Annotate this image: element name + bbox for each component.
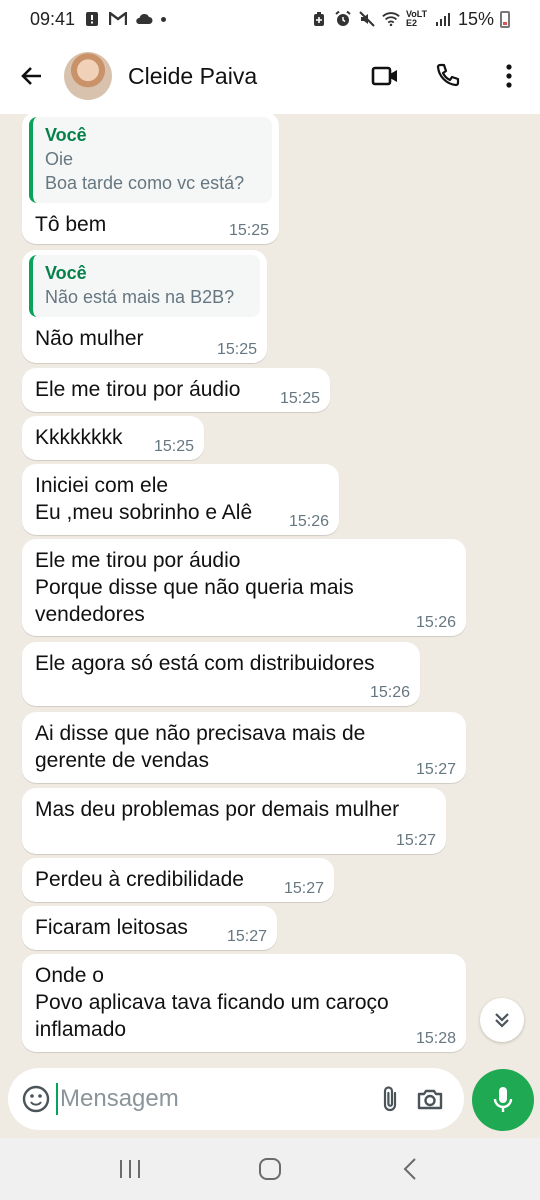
quoted-message[interactable]: Você Não está mais na B2B? [29,255,260,317]
cloud-icon [135,10,153,28]
message-bubble[interactable]: Ele me tirou por áudio 15:25 [22,368,330,412]
message-time: 15:26 [369,684,410,701]
system-navigation-bar [0,1138,540,1200]
message-text: Ele me tirou por áudio Porque disse que … [35,549,354,626]
microphone-icon [493,1087,513,1112]
message-time: 15:27 [226,928,267,945]
attach-button[interactable] [370,1073,410,1125]
message-bubble[interactable]: Você Não está mais na B2B? Não mulher 15… [22,250,267,363]
message-bubble[interactable]: Ele me tirou por áudio Porque disse que … [22,539,466,636]
message-bubble[interactable]: Kkkkkkkk 15:25 [22,416,204,460]
quoted-message[interactable]: Você Oie Boa tarde como vc está? [29,117,272,203]
chevron-left-icon [403,1158,416,1180]
message-time: 15:27 [395,832,436,849]
contact-name[interactable]: Cleide Paiva [128,63,354,90]
mute-icon [358,10,376,28]
wifi-icon [382,10,400,28]
message-text: Perdeu à credibilidade [35,868,244,891]
back-nav-button[interactable] [370,1138,450,1200]
double-chevron-down-icon [495,1013,509,1028]
home-icon [259,1158,281,1180]
quote-text: Não está mais na B2B? [45,287,235,307]
alarm-icon [334,10,352,28]
video-call-button[interactable] [354,38,416,114]
voice-call-button[interactable] [416,38,478,114]
network-type: VoLTE2 [405,9,428,28]
video-camera-icon [371,66,397,86]
message-time: 15:26 [288,513,329,530]
sticker-button[interactable] [22,1081,50,1117]
message-bubble[interactable]: Iniciei com ele Eu ,meu sobrinho e Alê 1… [22,464,339,535]
message-time: 15:26 [415,614,456,631]
message-text: Iniciei com ele Eu ,meu sobrinho e Alê [35,474,253,524]
home-button[interactable] [230,1138,310,1200]
status-bar: 09:41 VoLTE2 15% [0,0,540,38]
message-time: 15:25 [279,390,320,407]
scroll-to-bottom-button[interactable] [480,998,524,1042]
back-button[interactable] [0,38,64,114]
battery-saver-icon [310,10,328,28]
menu-button[interactable] [478,38,540,114]
message-bubble[interactable]: Ele agora só está com distribuidores 15:… [22,642,420,706]
message-text: Mas deu problemas por demais mulher [35,798,400,821]
message-time: 15:25 [216,341,257,358]
quote-author: Você [45,125,87,145]
message-text: Ele agora só está com distribuidores [35,652,375,675]
message-bubble[interactable]: Mas deu problemas por demais mulher 15:2… [22,788,446,854]
quote-text: Oie Boa tarde como vc está? [45,149,245,193]
message-time: 15:27 [415,761,456,778]
message-text: Onde o Povo aplicava tava ficando um car… [35,964,389,1041]
status-time: 09:41 [30,8,76,29]
message-bubble[interactable]: Onde o Povo aplicava tava ficando um car… [22,954,466,1052]
notification-icon [83,10,101,28]
status-left: 09:41 [30,8,167,30]
message-time: 15:28 [415,1030,456,1047]
paperclip-icon [383,1086,397,1112]
camera-icon [417,1089,443,1110]
message-bubble[interactable]: Ficaram leitosas 15:27 [22,906,277,950]
battery-percent: 15% [457,8,494,29]
message-time: 15:25 [228,222,269,239]
recent-apps-button[interactable] [90,1138,170,1200]
message-text: Ele me tirou por áudio [35,378,241,401]
chat-header: Cleide Paiva [0,38,540,114]
arrow-left-icon [21,67,41,85]
sticker-icon [22,1085,50,1113]
more-vertical-icon [506,64,512,88]
message-bubble[interactable]: Perdeu à credibilidade 15:27 [22,858,334,902]
avatar[interactable] [64,52,112,100]
battery-icon [500,10,510,28]
quote-author: Você [45,263,87,283]
message-time: 15:25 [153,438,194,455]
voice-message-button[interactable] [472,1069,534,1131]
recent-apps-icon [120,1160,140,1178]
message-bubble[interactable]: Você Oie Boa tarde como vc está? Tô bem … [22,114,279,244]
message-list[interactable]: Você Oie Boa tarde como vc está? Tô bem … [0,114,540,1060]
signal-icon [434,10,452,28]
message-input[interactable] [56,1083,370,1115]
gmail-icon [109,10,128,28]
message-text: Ai disse que não precisava mais de geren… [35,722,366,772]
camera-button[interactable] [410,1073,450,1125]
status-right: VoLTE2 15% [310,9,510,30]
message-composer [8,1068,464,1130]
more-notifications-dot [161,16,167,22]
message-bubble[interactable]: Ai disse que não precisava mais de geren… [22,712,466,783]
phone-icon [436,63,460,87]
message-time: 15:27 [283,880,324,897]
